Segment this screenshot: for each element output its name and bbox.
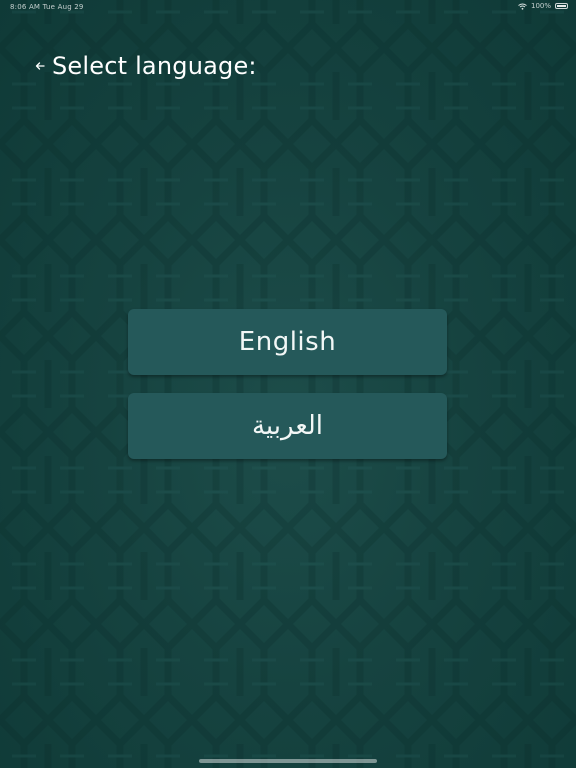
english-language-button[interactable]: English [128, 309, 447, 375]
status-bar: 8:06 AM Tue Aug 29 100% [0, 0, 576, 14]
page-title: Select language: [52, 52, 257, 80]
status-indicators: 100% [518, 2, 568, 10]
english-label: English [238, 327, 337, 357]
battery-icon [555, 3, 568, 9]
background-pattern [0, 0, 576, 768]
status-time: 8:06 AM Tue Aug 29 [10, 3, 84, 11]
header: Select language: [32, 52, 257, 80]
wifi-icon [518, 3, 527, 10]
arabic-label: العربية [251, 411, 324, 441]
battery-percent: 100% [530, 2, 551, 10]
back-arrow-icon [35, 62, 45, 70]
back-button[interactable] [32, 56, 48, 76]
arabic-language-button[interactable]: العربية [128, 393, 447, 459]
home-indicator[interactable] [199, 759, 377, 763]
